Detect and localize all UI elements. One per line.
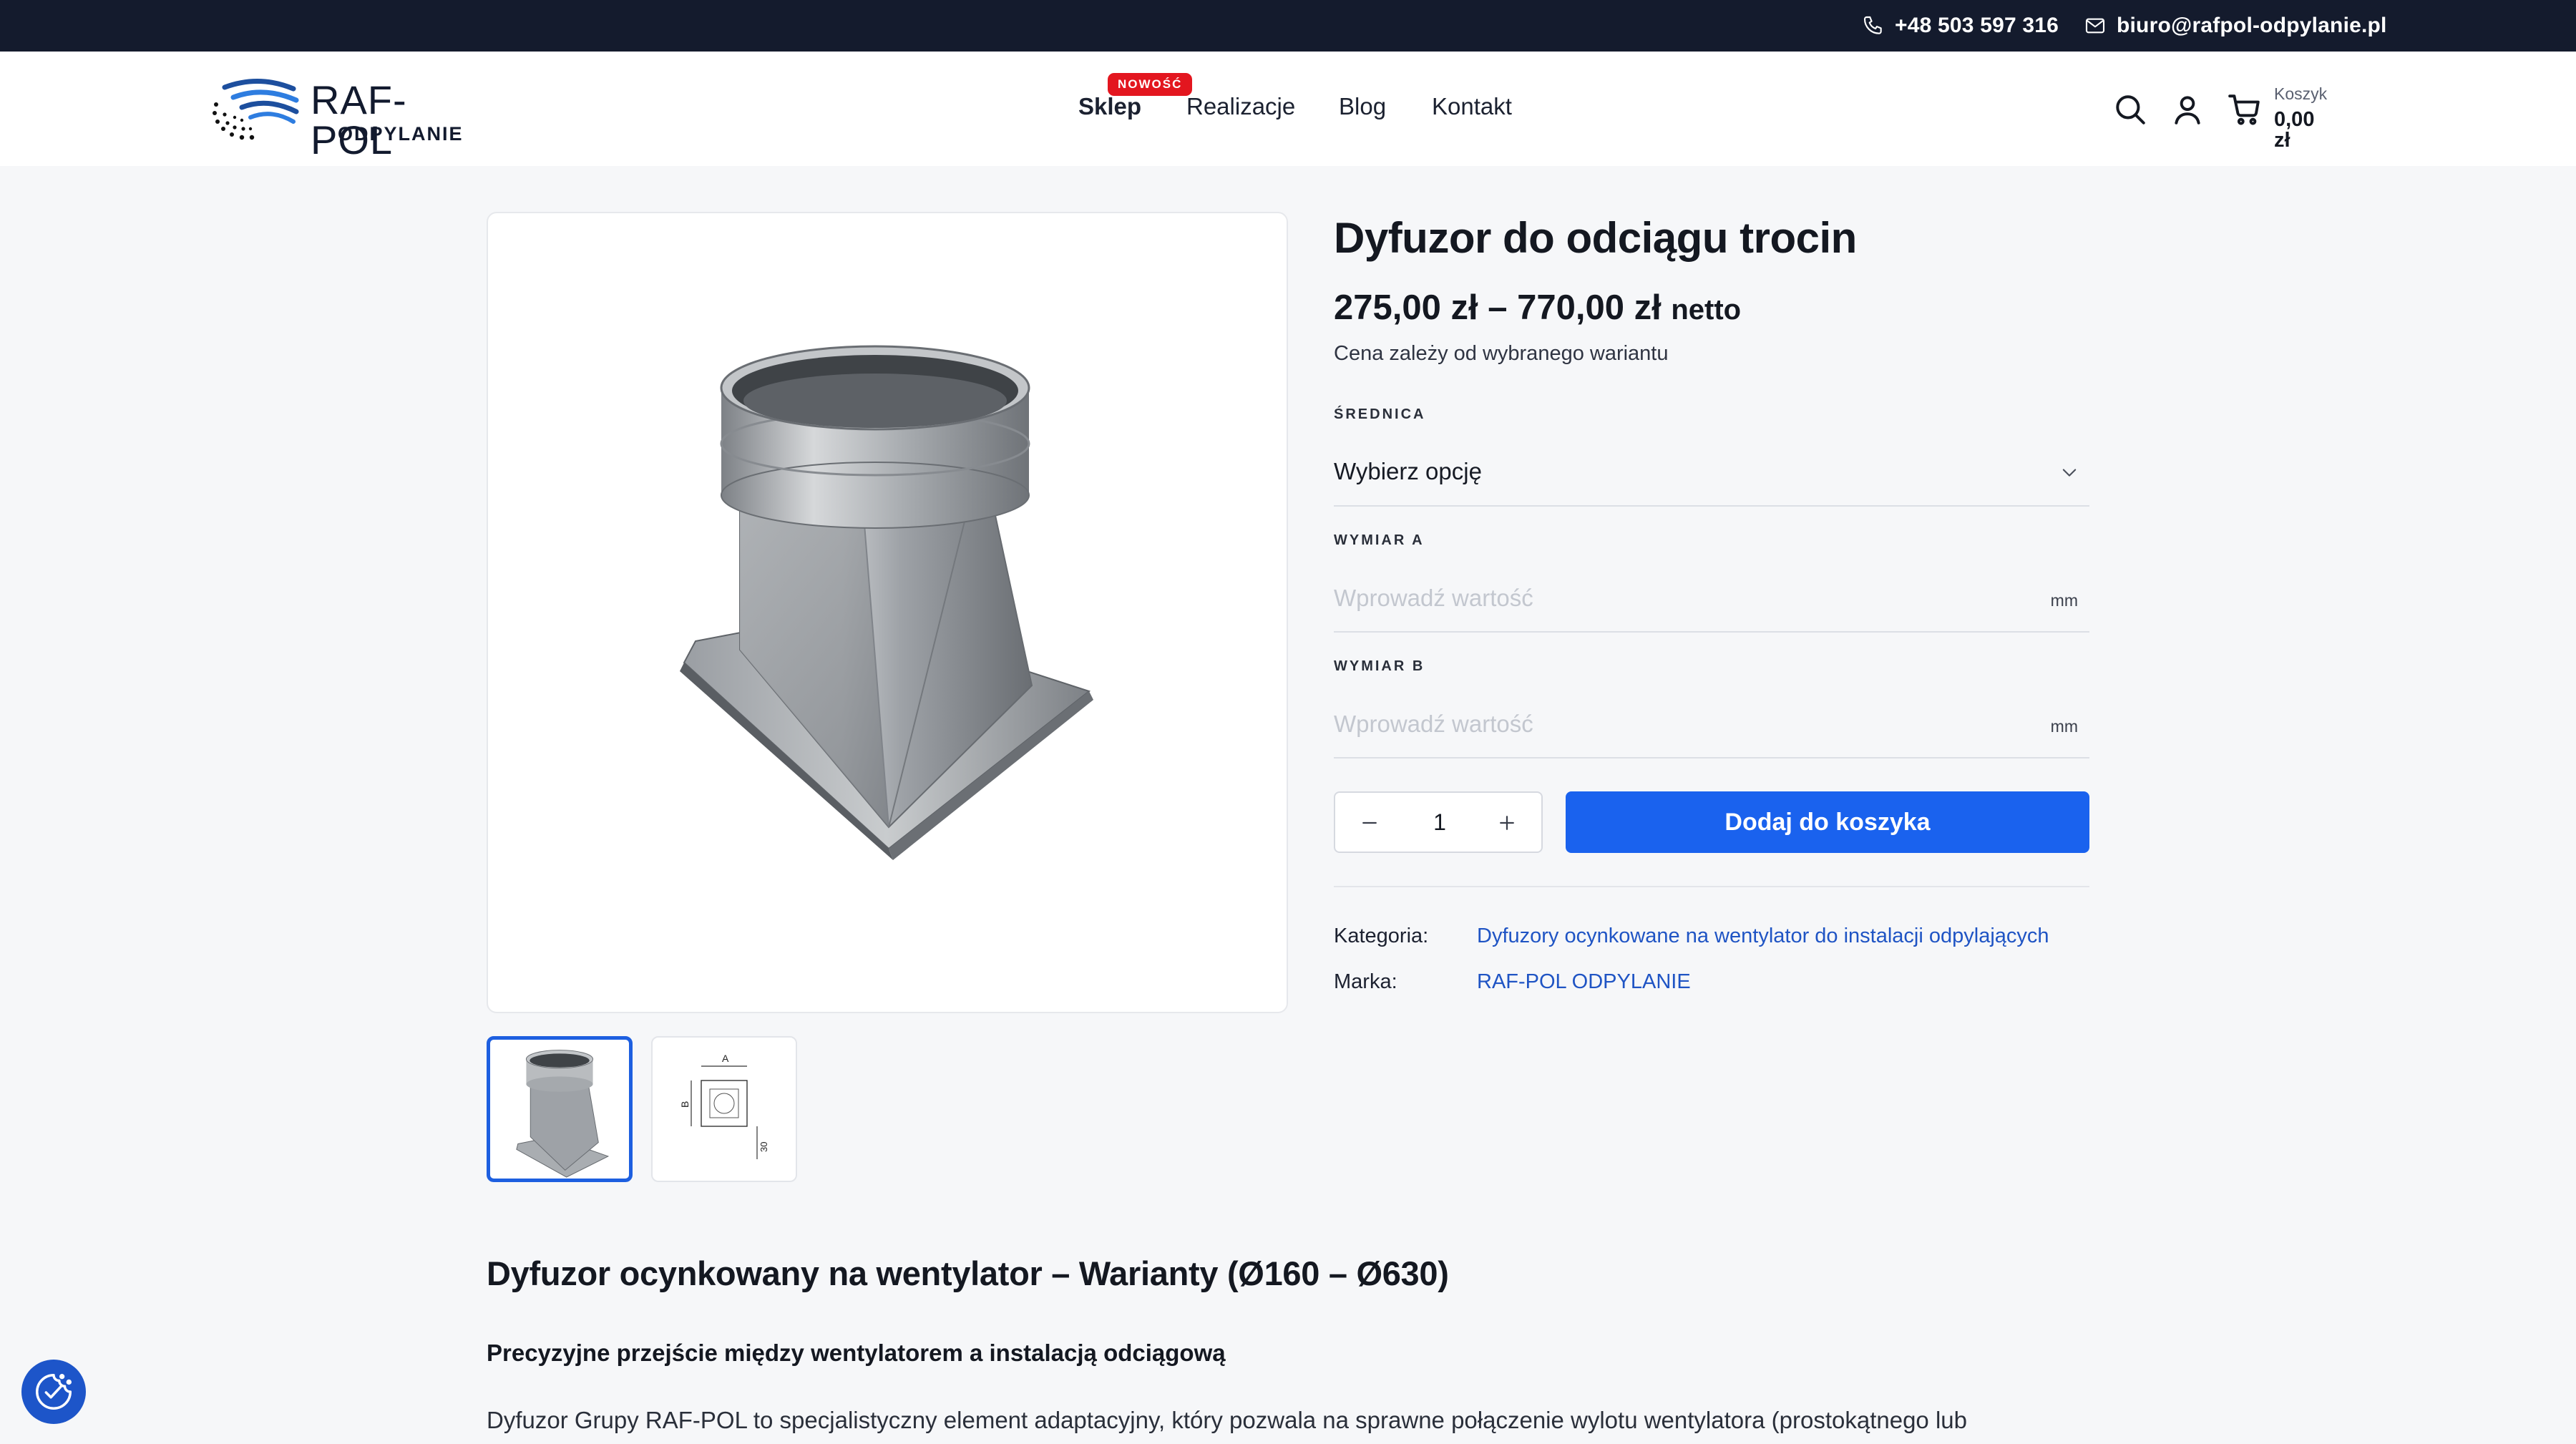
topbar-phone-link[interactable]: +48 503 597 316 <box>1862 0 2059 52</box>
nav-item-shop[interactable]: Sklep <box>1078 94 1141 118</box>
cookie-settings-button[interactable] <box>21 1360 86 1424</box>
dimension-a-input[interactable] <box>1334 574 2021 623</box>
dimension-a-unit: mm <box>2050 591 2078 610</box>
topbar-email-text: biuro@rafpol-odpylanie.pl <box>2117 14 2387 37</box>
price-suffix: netto <box>1671 294 1742 326</box>
dimension-b-input[interactable] <box>1334 700 2021 748</box>
quantity-value[interactable]: 1 <box>1404 793 1475 852</box>
category-label: Kategoria: <box>1334 925 1429 947</box>
minus-icon <box>1362 821 1377 824</box>
description-subheading: Precyzyjne przejście między wentylatorem… <box>487 1340 1226 1366</box>
nav-item-blog[interactable]: Blog <box>1339 94 1386 118</box>
topbar-phone-text: +48 503 597 316 <box>1895 14 2059 37</box>
cart-total: 0,00 zł <box>2274 108 2315 152</box>
product-thumbnail-photo[interactable] <box>487 1036 633 1182</box>
price-range: 275,00 zł – 770,00 zł <box>1334 288 1662 327</box>
description-paragraph: Dyfuzor Grupy RAF-POL to specjalistyczny… <box>487 1407 1967 1433</box>
diffuser-thumbnail-image <box>516 1050 610 1178</box>
brand-label: Marka: <box>1334 970 1397 993</box>
cart-label: Koszyk <box>2274 84 2328 103</box>
diameter-select[interactable]: Wybierz opcję <box>1334 438 2089 507</box>
mail-icon <box>2085 18 2105 34</box>
chevron-down-icon <box>2062 469 2077 477</box>
phone-icon <box>1863 16 1882 34</box>
user-icon <box>2175 96 2200 125</box>
search-button[interactable] <box>2112 92 2148 127</box>
meta-divider <box>1334 886 2089 887</box>
category-link[interactable]: Dyfuzory ocynkowane na wentylator do ins… <box>1477 925 2049 948</box>
product-title: Dyfuzor do odciągu trocin <box>1334 214 1857 262</box>
cart-button[interactable] <box>2227 92 2263 127</box>
diameter-select-value: Wybierz opcję <box>1334 458 1482 484</box>
top-bar: +48 503 597 316 biuro@rafpol-odpylanie.p… <box>0 0 2576 52</box>
drawing-label-a: A <box>722 1053 729 1064</box>
account-button[interactable] <box>2170 92 2205 127</box>
brand-link[interactable]: RAF-POL ODPYLANIE <box>1477 970 1691 994</box>
quantity-decrease-button[interactable] <box>1352 806 1387 840</box>
dimension-b-label: WYMIAR B <box>1334 658 1425 674</box>
cart-summary[interactable]: Koszyk 0,00 zł <box>2274 86 2327 151</box>
add-to-cart-button[interactable]: Dodaj do koszyka <box>1566 791 2089 853</box>
cart-icon <box>2228 94 2260 125</box>
topbar-email-link[interactable]: biuro@rafpol-odpylanie.pl <box>2084 0 2387 52</box>
technical-drawing-image: A B 30 <box>679 1053 769 1159</box>
dimension-b-row: mm <box>1334 690 2089 758</box>
dimension-b-unit: mm <box>2050 717 2078 736</box>
quantity-stepper: 1 <box>1334 791 1543 853</box>
diffuser-image <box>680 345 1093 860</box>
diameter-label: ŚREDNICA <box>1334 406 1426 422</box>
dimension-a-label: WYMIAR A <box>1334 532 1425 548</box>
price-note: Cena zależy od wybranego wariantu <box>1334 342 1669 365</box>
drawing-label-b: B <box>679 1101 691 1108</box>
quantity-increase-button[interactable] <box>1490 806 1524 840</box>
drawing-label-c: 30 <box>758 1142 769 1152</box>
nav-item-contact[interactable]: Kontakt <box>1432 94 1512 118</box>
product-main-image[interactable] <box>487 212 1288 1013</box>
plus-icon <box>1500 816 1514 830</box>
site-header: RAF-POL ODPYLANIE Sklep NOWOŚĆ Realizacj… <box>0 52 2576 166</box>
nav-item-realizations[interactable]: Realizacje <box>1186 94 1295 118</box>
description-heading: Dyfuzor ocynkowany na wentylator – Waria… <box>487 1254 1449 1292</box>
new-badge: NOWOŚĆ <box>1108 73 1193 96</box>
product-thumbnail-drawing[interactable]: A B 30 <box>651 1036 797 1182</box>
cookie-settings-icon <box>36 1374 72 1410</box>
search-icon <box>2116 95 2145 125</box>
dimension-a-row: mm <box>1334 564 2089 633</box>
product-price: 275,00 zł – 770,00 zł netto <box>1334 288 1742 328</box>
